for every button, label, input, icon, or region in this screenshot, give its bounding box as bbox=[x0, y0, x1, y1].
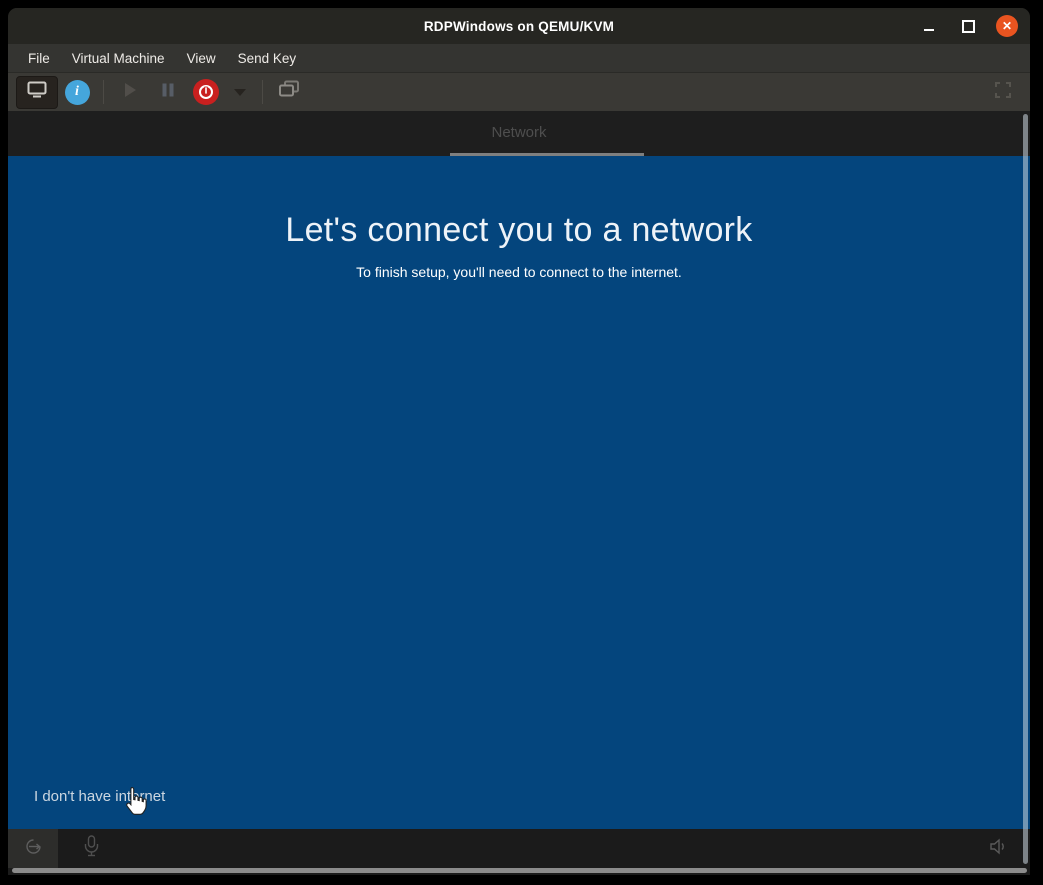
chevron-down-icon bbox=[234, 89, 246, 96]
power-icon bbox=[193, 79, 219, 105]
volume-button[interactable] bbox=[982, 829, 1016, 868]
volume-icon bbox=[989, 838, 1009, 860]
toolbar-separator bbox=[262, 80, 263, 104]
virt-manager-window: RDPWindows on QEMU/KVM ✕ File Virtual Ma… bbox=[8, 8, 1030, 875]
fullscreen-brackets-icon bbox=[994, 81, 1012, 104]
maximize-button[interactable] bbox=[957, 15, 979, 37]
pause-button[interactable] bbox=[149, 77, 187, 108]
shutdown-menu-button[interactable] bbox=[225, 77, 255, 108]
shutdown-button[interactable] bbox=[187, 77, 225, 108]
microphone-button[interactable] bbox=[74, 829, 108, 868]
oobe-subheading: To finish setup, you'll need to connect … bbox=[8, 264, 1030, 280]
ease-of-access-button[interactable] bbox=[8, 829, 58, 868]
close-button[interactable]: ✕ bbox=[996, 15, 1018, 37]
minimize-button[interactable] bbox=[918, 15, 940, 37]
oobe-step-header: Network bbox=[8, 111, 1030, 156]
menu-view[interactable]: View bbox=[176, 44, 227, 72]
toolbar-separator bbox=[103, 80, 104, 104]
maximize-icon bbox=[962, 20, 975, 33]
oobe-network-screen: Let's connect you to a network To finish… bbox=[8, 156, 1030, 829]
oobe-heading: Let's connect you to a network bbox=[8, 156, 1030, 250]
menubar: File Virtual Machine View Send Key bbox=[8, 44, 1030, 73]
microphone-icon bbox=[84, 835, 99, 862]
horizontal-scrollbar[interactable] bbox=[12, 868, 1027, 873]
menu-send-key[interactable]: Send Key bbox=[227, 44, 308, 72]
minimize-icon bbox=[924, 29, 934, 31]
console-display-button[interactable] bbox=[16, 76, 58, 109]
menu-virtual-machine[interactable]: Virtual Machine bbox=[61, 44, 176, 72]
play-icon bbox=[121, 81, 139, 104]
monitor-icon bbox=[27, 81, 47, 104]
vm-details-button[interactable]: i bbox=[58, 77, 96, 108]
pause-icon bbox=[160, 82, 176, 103]
window-title: RDPWindows on QEMU/KVM bbox=[8, 19, 1030, 34]
menu-file[interactable]: File bbox=[17, 44, 61, 72]
run-button[interactable] bbox=[111, 77, 149, 108]
hand-cursor-icon bbox=[122, 786, 148, 818]
toolbar: i bbox=[8, 73, 1030, 111]
virtual-displays-button[interactable] bbox=[270, 77, 308, 108]
ease-of-access-icon bbox=[24, 837, 43, 861]
vm-console-display[interactable]: Network Let's connect you to a network T… bbox=[8, 111, 1030, 875]
titlebar[interactable]: RDPWindows on QEMU/KVM ✕ bbox=[8, 8, 1030, 44]
window-controls: ✕ bbox=[918, 8, 1018, 44]
info-icon: i bbox=[65, 80, 90, 105]
fullscreen-button[interactable] bbox=[984, 77, 1022, 108]
vertical-scrollbar[interactable] bbox=[1023, 114, 1028, 864]
dual-monitor-icon bbox=[278, 80, 300, 104]
oobe-step-tab: Network bbox=[8, 111, 1030, 155]
